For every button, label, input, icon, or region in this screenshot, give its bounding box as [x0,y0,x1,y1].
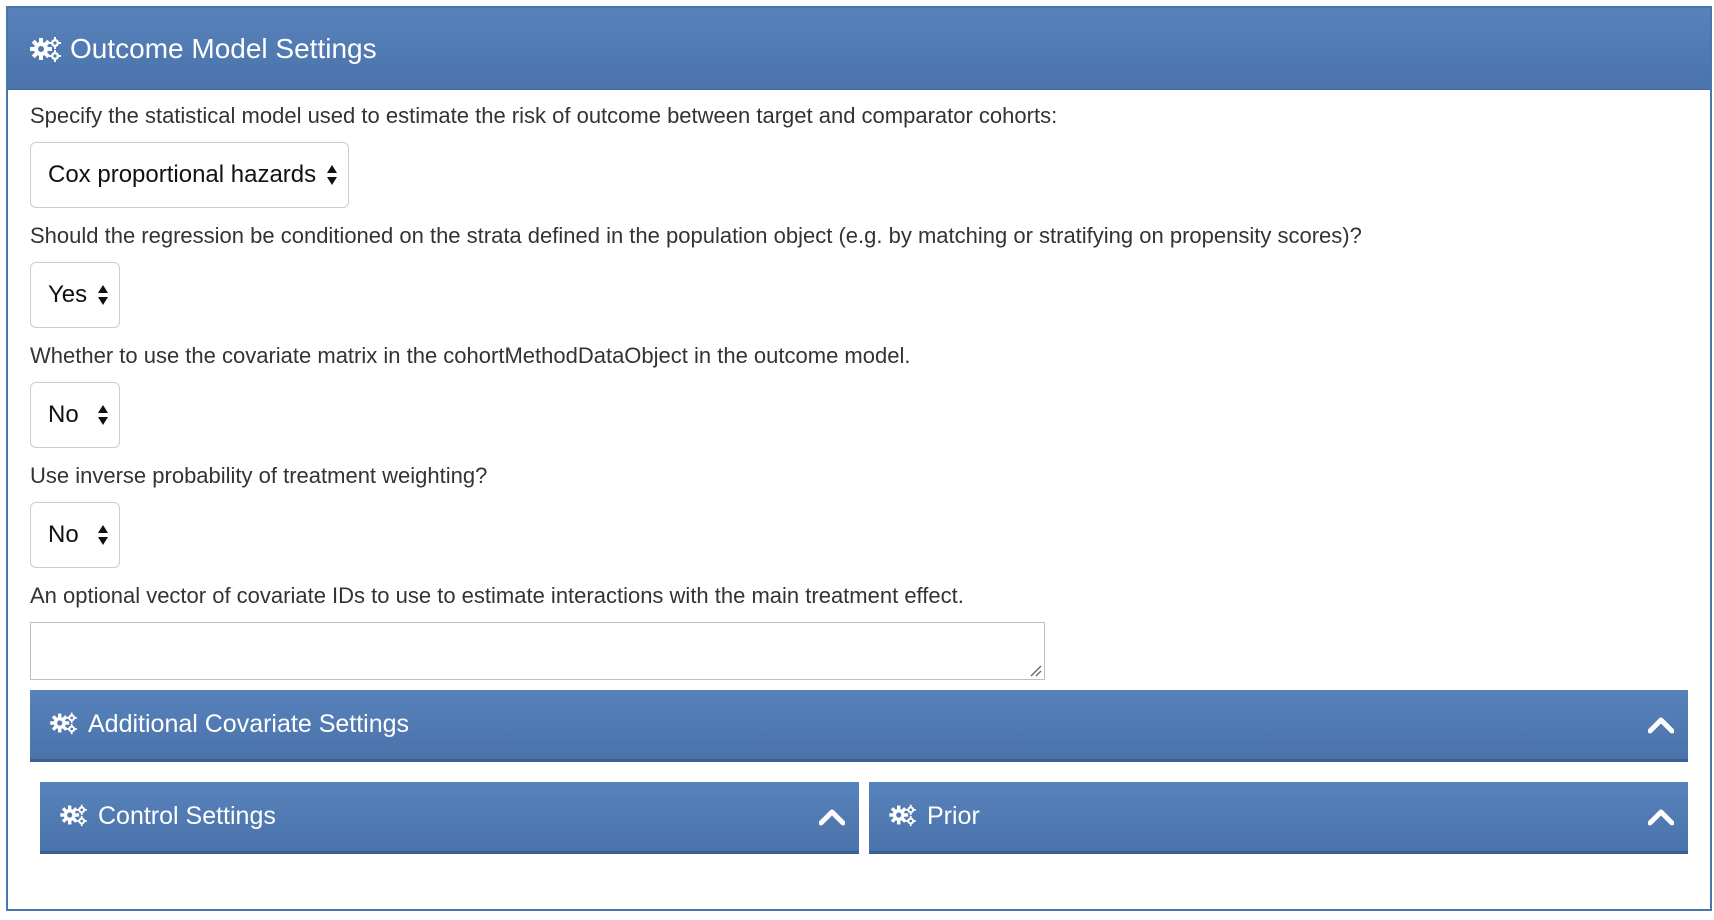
select-arrows-icon [97,404,109,426]
panel-body: Specify the statistical model used to es… [8,90,1710,854]
resize-handle-icon[interactable] [1028,663,1042,677]
cogs-icon [50,711,82,739]
select-arrows-icon [97,284,109,306]
select-arrows-icon [97,524,109,546]
stratified-select-value: Yes [48,281,88,308]
additional-covariate-settings-title: Additional Covariate Settings [88,710,410,738]
control-settings-bar[interactable]: Control Settings [40,782,859,854]
covariate-matrix-label: Whether to use the covariate matrix in t… [30,343,911,368]
model-select-value: Cox proportional hazards [48,161,317,188]
prior-title: Prior [927,802,980,830]
control-settings-title: Control Settings [98,802,276,830]
covariate-matrix-select-value: No [48,401,79,428]
cogs-icon [60,803,92,831]
iptw-select-value: No [48,521,79,548]
additional-covariate-settings-bar[interactable]: Additional Covariate Settings [30,690,1688,762]
select-arrows-icon [326,164,338,186]
iptw-label: Use inverse probability of treatment wei… [30,463,488,488]
panel-title: Outcome Model Settings [70,32,377,64]
iptw-select[interactable]: No [30,502,120,568]
interaction-covariates-label: An optional vector of covariate IDs to u… [30,583,964,608]
prior-bar[interactable]: Prior [869,782,1688,854]
chevron-up-icon[interactable] [1648,716,1674,734]
chevron-up-icon[interactable] [1648,808,1674,826]
cogs-icon [889,803,921,831]
stratified-label: Should the regression be conditioned on … [30,223,1362,248]
outcome-model-settings-panel: Outcome Model Settings Specify the stati… [6,6,1712,911]
model-select[interactable]: Cox proportional hazards [30,142,350,208]
model-label: Specify the statistical model used to es… [30,103,1058,128]
interaction-covariates-textarea[interactable] [30,622,1045,680]
chevron-up-icon[interactable] [819,808,845,826]
covariate-matrix-select[interactable]: No [30,382,120,448]
sub-sections-row: Control Settings Prior [30,762,1688,854]
panel-header: Outcome Model Settings [8,8,1710,90]
stratified-select[interactable]: Yes [30,262,121,328]
cogs-icon [30,35,62,63]
